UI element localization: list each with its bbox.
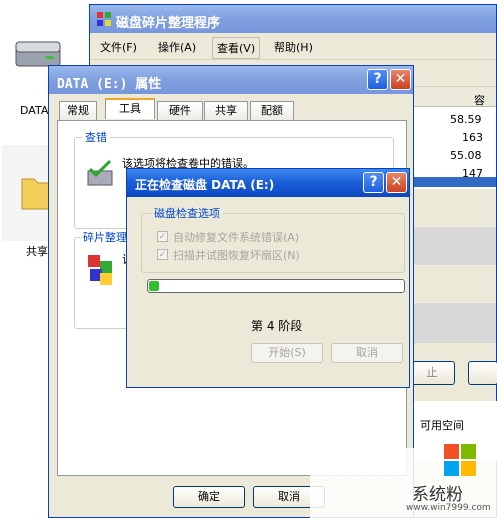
tab-tools[interactable]: 工具	[105, 98, 155, 119]
watermark-brand: 系统粉	[412, 485, 463, 505]
stop-button[interactable]: 止	[409, 361, 455, 385]
defrag-titlebar[interactable]: 磁盘碎片整理程序	[90, 5, 496, 33]
volume-size-2: 163	[462, 131, 483, 144]
check-disk-help-button[interactable]: ?	[363, 172, 384, 193]
windows-logo-icon	[444, 444, 476, 476]
scan-bad-sectors-checkbox[interactable]: ✓	[157, 249, 168, 260]
view-report-button[interactable]	[468, 361, 497, 385]
col-capacity-header[interactable]: 容	[474, 92, 485, 108]
defrag-title: 磁盘碎片整理程序	[116, 16, 221, 31]
tab-general-label: 常规	[67, 104, 89, 117]
help-button[interactable]: ?	[367, 69, 388, 90]
start-button[interactable]: 开始(S)	[251, 343, 323, 363]
check-disk-title: 正在检查磁盘 DATA (E:)	[135, 178, 275, 192]
defrag-app-icon	[97, 12, 111, 26]
menu-file[interactable]: 文件(F)	[100, 39, 137, 55]
defrag-display	[410, 303, 496, 343]
start-button-label: 开始(S)	[268, 346, 306, 359]
check-disk-titlebar[interactable]: 正在检查磁盘 DATA (E:) ? ✕	[127, 169, 409, 197]
tab-general[interactable]: 常规	[59, 101, 97, 120]
tab-hardware-label: 硬件	[169, 104, 191, 117]
check-stage-text: 第 4 阶段	[251, 319, 303, 333]
desktop-icon-share-label: 共享	[26, 245, 48, 258]
analysis-display	[410, 227, 496, 265]
progress-bar	[147, 279, 405, 293]
watermark: 系统粉 www.win7999.com	[310, 444, 497, 518]
menu-help[interactable]: 帮助(H)	[274, 39, 313, 55]
tab-sharing[interactable]: 共享	[204, 101, 248, 120]
tab-sharing-label: 共享	[215, 104, 237, 117]
cancel-button-label: 取消	[278, 490, 300, 503]
tab-quota[interactable]: 配额	[250, 101, 294, 120]
close-button[interactable]: ✕	[390, 69, 411, 90]
watermark-url: www.win7999.com	[406, 503, 491, 513]
check-cancel-button[interactable]: 取消	[331, 343, 403, 363]
defrag-group-title: 碎片整理	[80, 229, 130, 245]
tab-quota-label: 配额	[261, 104, 283, 117]
menu-action[interactable]: 操作(A)	[158, 39, 196, 55]
ok-button-label: 确定	[198, 490, 220, 503]
ok-button[interactable]: 确定	[173, 486, 245, 508]
scan-bad-sectors-label: 扫描并试图恢复坏扇区(N)	[173, 249, 300, 262]
progress-fill	[149, 281, 159, 291]
volume-size-3: 55.08	[450, 149, 482, 162]
check-disk-dialog: 正在检查磁盘 DATA (E:) ? ✕ 磁盘检查选项 ✓ 自动修复文件系统错误…	[126, 168, 410, 388]
check-cancel-button-label: 取消	[356, 346, 378, 359]
check-options-title: 磁盘检查选项	[151, 205, 223, 221]
properties-title: DATA (E:) 属性	[57, 77, 162, 92]
tab-hardware[interactable]: 硬件	[157, 101, 203, 120]
error-check-title: 查错	[82, 129, 110, 145]
check-disk-icon	[87, 159, 113, 186]
desktop-icon-data-label: DATA	[20, 104, 49, 117]
check-disk-close-button[interactable]: ✕	[386, 172, 407, 193]
tab-tools-label: 工具	[119, 102, 141, 115]
menu-view[interactable]: 查看(V)	[212, 37, 261, 59]
free-space-label: 可用空间	[420, 419, 464, 432]
stop-button-label: 止	[426, 366, 438, 379]
volume-size-1: 58.59	[450, 113, 482, 126]
properties-titlebar[interactable]: DATA (E:) 属性 ? ✕	[49, 66, 413, 94]
defrag-menubar: 文件(F) 操作(A) 查看(V) 帮助(H)	[90, 35, 496, 59]
auto-fix-label: 自动修复文件系统错误(A)	[173, 231, 300, 244]
auto-fix-checkbox[interactable]: ✓	[157, 231, 168, 242]
defrag-tool-icon	[88, 255, 112, 285]
